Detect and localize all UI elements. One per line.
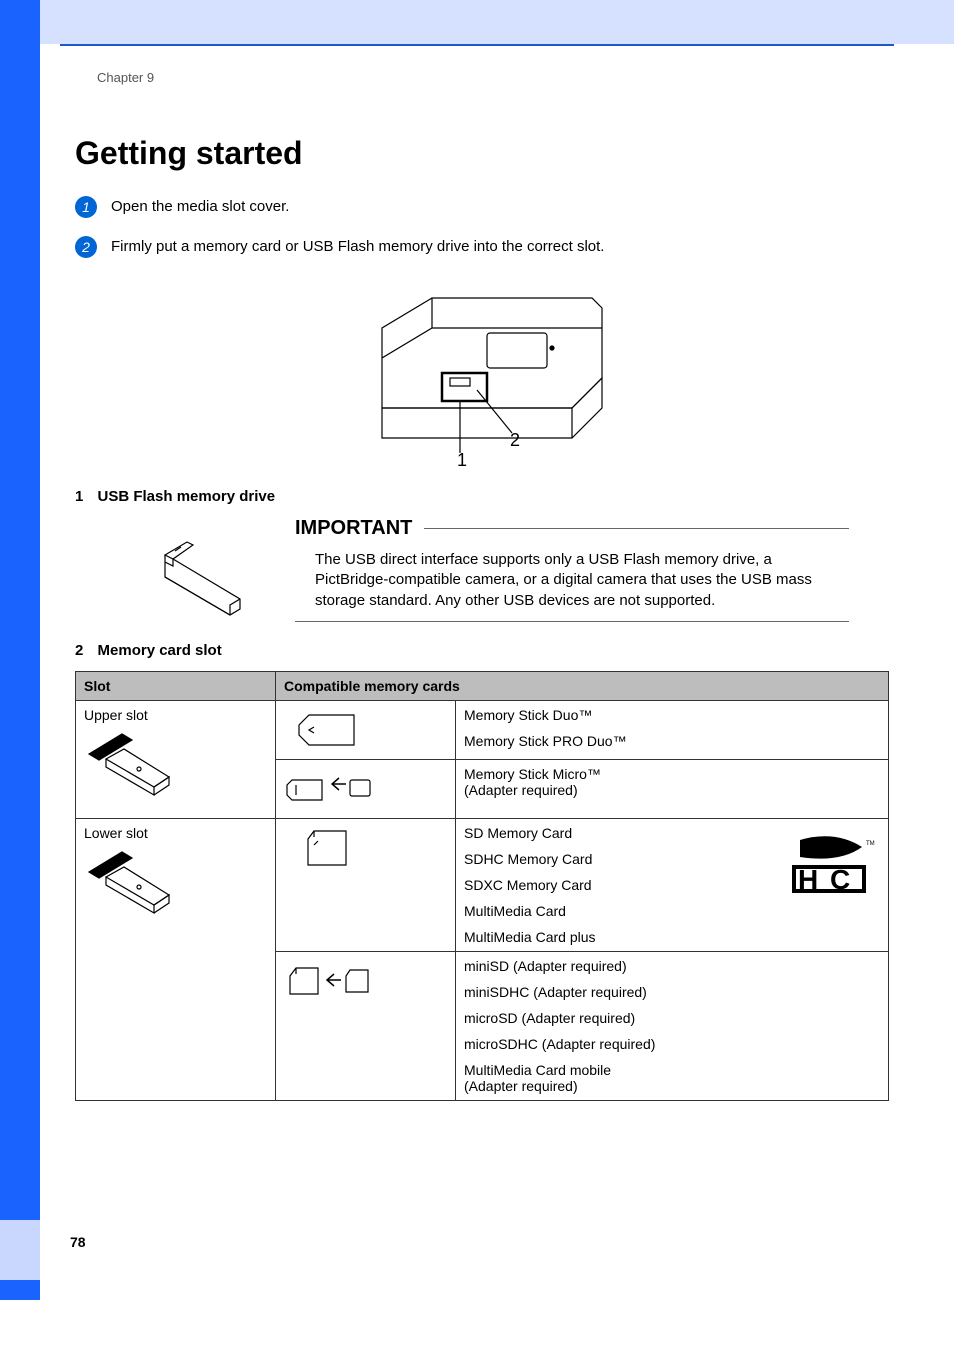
figure-callout-2: 2: [510, 430, 520, 451]
card-list-cell: Memory Stick Duo™ Memory Stick PRO Duo™: [456, 700, 889, 759]
important-body: The USB direct interface supports only a…: [295, 546, 849, 622]
th-compat: Compatible memory cards: [276, 671, 889, 700]
card-name: MultiMedia Card plus: [464, 929, 880, 945]
important-heading-rule: [424, 528, 849, 529]
step-2-text: Firmly put a memory card or USB Flash me…: [111, 236, 604, 255]
subhead-label: USB Flash memory drive: [98, 488, 276, 505]
card-adapter-note: (Adapter required): [464, 1078, 578, 1094]
step-1-text: Open the media slot cover.: [111, 196, 289, 215]
sd-card-icon: [284, 825, 374, 871]
chapter-label: Chapter 9: [97, 70, 889, 85]
card-list-cell: miniSD (Adapter required) miniSDHC (Adap…: [456, 951, 889, 1100]
subhead-memory-card: 2 Memory card slot: [75, 642, 889, 659]
step-2: 2 Firmly put a memory card or USB Flash …: [75, 236, 889, 258]
sd-hc-logo-icon: H C TM: [790, 835, 880, 895]
card-name: MultiMedia Card mobile: [464, 1062, 611, 1078]
card-adapter-note: (Adapter required): [464, 782, 578, 798]
step-1: 1 Open the media slot cover.: [75, 196, 889, 218]
media-icon-cell: [276, 951, 456, 1100]
media-icon-cell: [276, 700, 456, 759]
printer-icon: [342, 278, 622, 478]
card-name: Memory Stick Duo™: [464, 707, 880, 723]
card-name: miniSDHC (Adapter required): [464, 984, 880, 1000]
media-icon-cell: [276, 759, 456, 818]
memory-stick-micro-adapter-icon: [284, 766, 374, 812]
subhead-label: Memory card slot: [98, 642, 222, 659]
subhead-num: 2: [75, 642, 83, 659]
upper-slot-icon: [84, 729, 174, 799]
card-name: Memory Stick PRO Duo™: [464, 733, 880, 749]
upper-slot-cell: Upper slot: [76, 700, 276, 818]
card-name: microSD (Adapter required): [464, 1010, 880, 1026]
svg-text:TM: TM: [866, 841, 875, 847]
page-content: Chapter 9 Getting started 1 Open the med…: [75, 70, 889, 1101]
card-name: Memory Stick Micro™: [464, 766, 601, 782]
th-slot: Slot: [76, 671, 276, 700]
memory-stick-duo-icon: [284, 707, 374, 753]
card-list-cell: Memory Stick Micro™ (Adapter required): [456, 759, 889, 818]
table-row: Upper slot: [76, 700, 889, 759]
table-row: Lower slot: [76, 818, 889, 951]
lower-slot-icon: [84, 847, 174, 917]
left-accent-bar: [0, 0, 40, 1300]
card-name: MultiMedia Card: [464, 903, 880, 919]
card-list-cell: H C TM SD Memory Card SDHC Memory Card S…: [456, 818, 889, 951]
usb-drive-illustration: [135, 537, 255, 617]
lower-slot-label: Lower slot: [84, 825, 148, 841]
left-accent-bar-fade: [0, 1220, 40, 1280]
important-section: IMPORTANT The USB direct interface suppo…: [75, 517, 889, 622]
usb-drive-icon: [135, 537, 255, 617]
table-header-row: Slot Compatible memory cards: [76, 671, 889, 700]
page-title: Getting started: [75, 135, 889, 172]
compatibility-table: Slot Compatible memory cards Upper slot: [75, 671, 889, 1101]
card-name: miniSD (Adapter required): [464, 958, 880, 974]
important-heading: IMPORTANT: [295, 517, 412, 540]
step-number-badge: 2: [75, 236, 97, 258]
upper-slot-label: Upper slot: [84, 707, 148, 723]
card-name: microSDHC (Adapter required): [464, 1036, 880, 1052]
lower-slot-cell: Lower slot: [76, 818, 276, 1100]
header-rule: [60, 44, 894, 46]
step-number-badge: 1: [75, 196, 97, 218]
subhead-usb: 1 USB Flash memory drive: [75, 488, 889, 505]
figure-callout-1: 1: [457, 450, 467, 471]
subhead-num: 1: [75, 488, 83, 505]
media-icon-cell: [276, 818, 456, 951]
sd-adapter-icon: [284, 958, 374, 1004]
top-header-band: [40, 0, 954, 44]
page-number: 78: [70, 1234, 86, 1250]
printer-illustration: 1 2: [342, 278, 622, 478]
